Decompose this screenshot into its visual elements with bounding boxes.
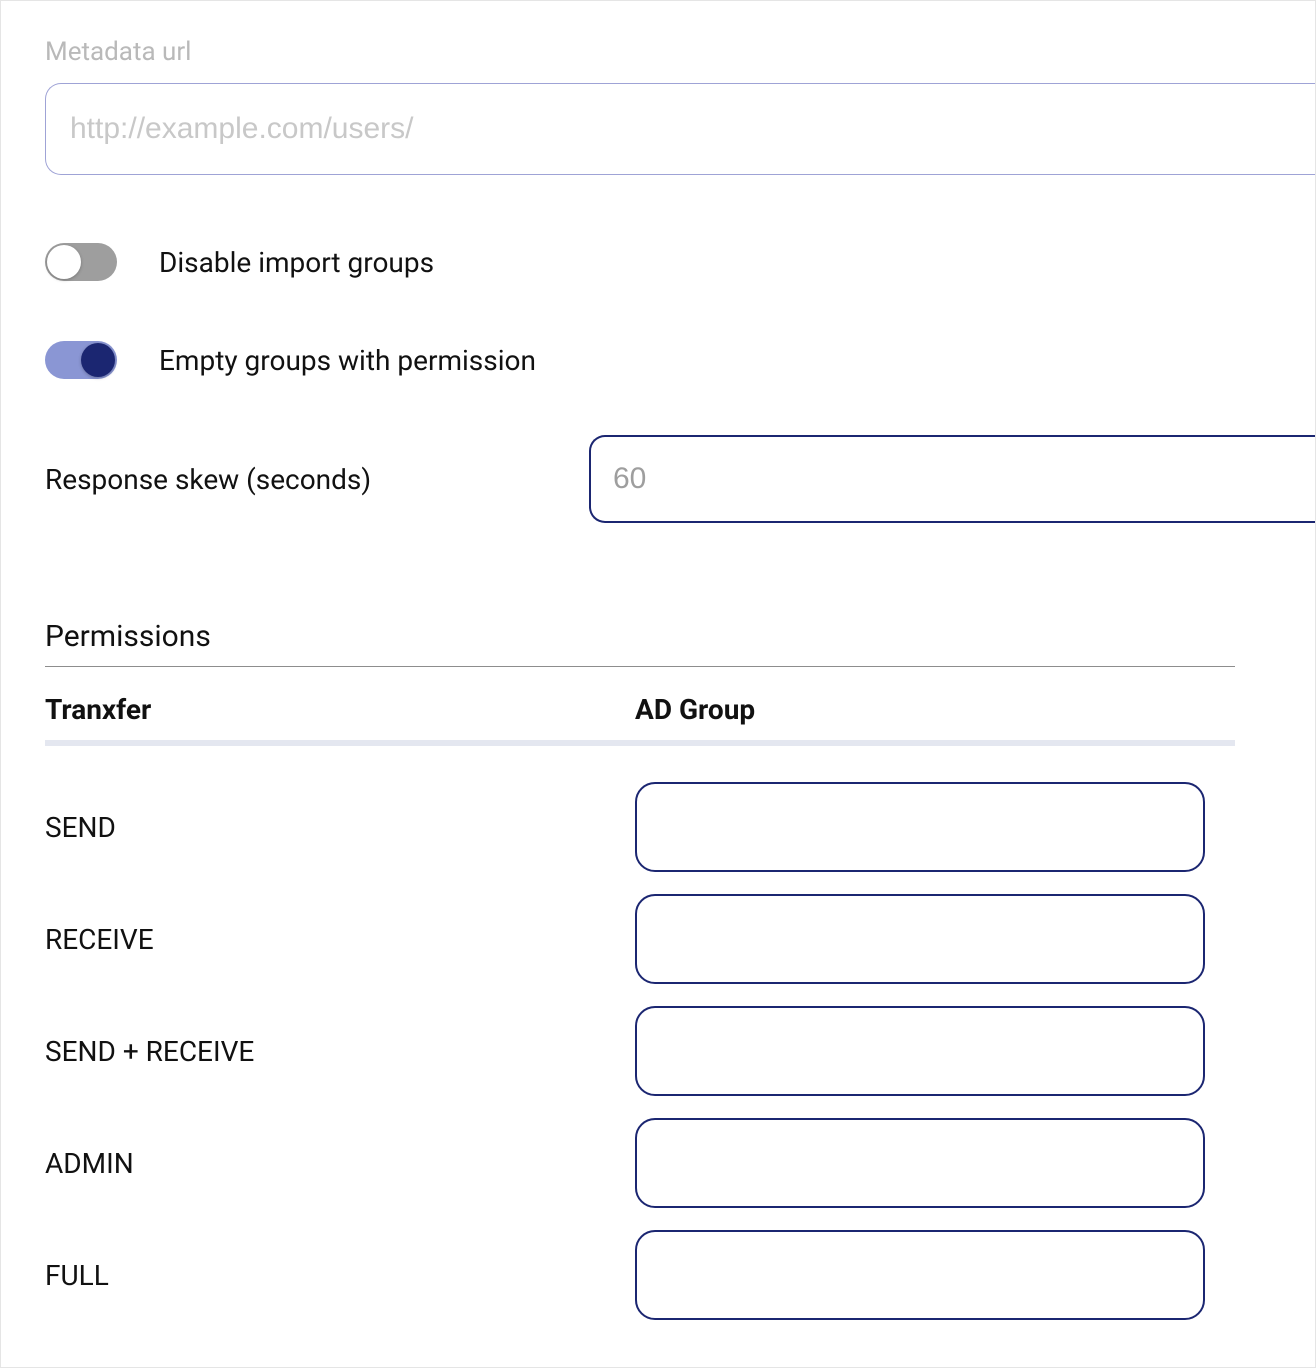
toggle-knob <box>47 245 81 279</box>
permissions-table-header: Tranxfer AD Group <box>45 693 1235 746</box>
empty-groups-with-permission-label: Empty groups with permission <box>159 344 536 377</box>
permissions-section: Permissions Tranxfer AD Group SEND RECEI… <box>45 619 1315 1320</box>
permission-adgroup-input-admin[interactable] <box>635 1118 1205 1208</box>
permissions-col-tranxfer: Tranxfer <box>45 693 635 726</box>
permissions-row-admin: ADMIN <box>45 1118 1235 1208</box>
disable-import-groups-toggle[interactable] <box>45 243 117 281</box>
response-skew-label: Response skew (seconds) <box>45 463 589 496</box>
toggle-row-disable-import-groups: Disable import groups <box>45 243 1315 281</box>
toggle-row-empty-groups: Empty groups with permission <box>45 341 1315 379</box>
permission-adgroup-input-full[interactable] <box>635 1230 1205 1320</box>
metadata-url-input[interactable] <box>45 83 1315 175</box>
metadata-url-label: Metadata url <box>45 37 1315 67</box>
permissions-heading: Permissions <box>45 619 1235 667</box>
permission-adgroup-input-receive[interactable] <box>635 894 1205 984</box>
toggles-block: Disable import groups Empty groups with … <box>45 243 1315 523</box>
permissions-row-full: FULL <box>45 1230 1235 1320</box>
toggle-knob <box>81 343 115 377</box>
permissions-col-adgroup: AD Group <box>635 693 755 726</box>
disable-import-groups-label: Disable import groups <box>159 246 434 279</box>
permission-label: SEND + RECEIVE <box>45 1035 635 1068</box>
permission-label: ADMIN <box>45 1147 635 1180</box>
settings-panel: Metadata url Disable import groups Empty… <box>0 0 1316 1368</box>
permission-label: FULL <box>45 1259 635 1292</box>
response-skew-input[interactable] <box>589 435 1315 523</box>
permission-adgroup-input-send[interactable] <box>635 782 1205 872</box>
permission-adgroup-input-send-receive[interactable] <box>635 1006 1205 1096</box>
empty-groups-with-permission-toggle[interactable] <box>45 341 117 379</box>
permissions-row-send-receive: SEND + RECEIVE <box>45 1006 1235 1096</box>
permissions-row-send: SEND <box>45 782 1235 872</box>
permission-label: SEND <box>45 811 635 844</box>
response-skew-row: Response skew (seconds) <box>45 435 1315 523</box>
permission-label: RECEIVE <box>45 923 635 956</box>
permissions-row-receive: RECEIVE <box>45 894 1235 984</box>
